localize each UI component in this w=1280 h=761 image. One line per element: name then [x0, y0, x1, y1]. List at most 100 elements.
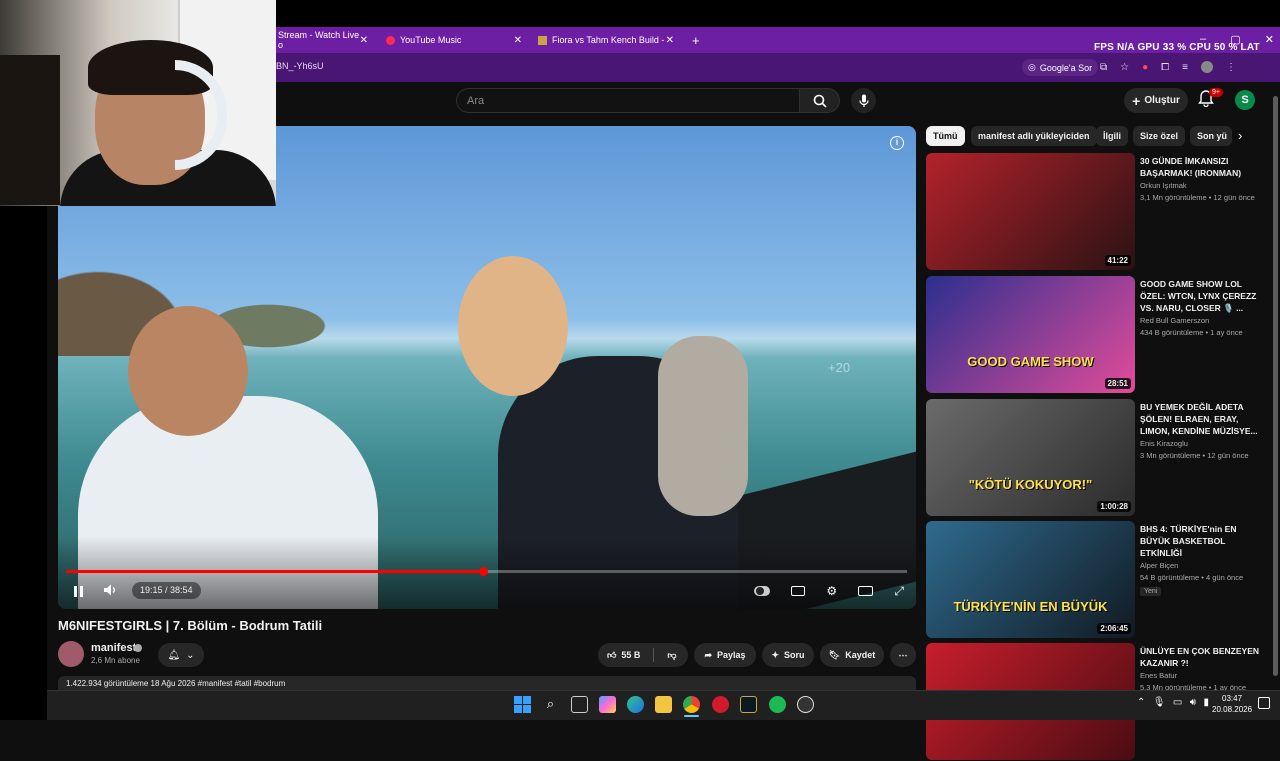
like-button[interactable]: 👍︎ 55 B: [607, 650, 640, 661]
close-icon[interactable]: ✕: [666, 35, 674, 46]
bookmark-star-icon[interactable]: ☆: [1120, 62, 1129, 73]
notification-center-icon[interactable]: [1258, 697, 1270, 709]
volume-button[interactable]: [103, 583, 119, 599]
chip-all[interactable]: Tümü: [926, 126, 965, 146]
create-button[interactable]: + Oluştur: [1124, 88, 1188, 113]
video-scene-instructor-head: [128, 306, 248, 436]
related-channel[interactable]: Orkun Işıtmak: [1140, 181, 1187, 190]
related-meta: 434 B görüntüleme • 1 ay önce: [1140, 328, 1243, 337]
info-icon[interactable]: i: [890, 136, 904, 150]
search-button[interactable]: [799, 88, 840, 113]
search-input[interactable]: Ara: [456, 88, 800, 113]
related-channel[interactable]: Enes Batur: [1140, 671, 1177, 680]
related-thumbnail[interactable]: 41:22: [926, 153, 1135, 270]
youtube-music-icon: [386, 35, 395, 45]
related-thumbnail[interactable]: "KÖTÜ KOKUYOR!" 1:00:28: [926, 399, 1135, 516]
save-button[interactable]: 🔖︎ Kaydet: [820, 643, 884, 667]
subscription-notify-button[interactable]: 🔔︎ ⌄: [158, 643, 204, 667]
file-explorer-icon[interactable]: [655, 696, 672, 713]
browser-tab[interactable]: Stream - Watch Live o ✕: [270, 27, 374, 53]
browser-tab[interactable]: YouTube Music ✕: [378, 27, 528, 53]
description-box[interactable]: 1.422.934 görüntüleme 18 Ağu 2026 #manif…: [58, 676, 916, 690]
tray-chevron-up-icon[interactable]: ⌃: [1137, 697, 1145, 711]
red-app-icon[interactable]: [712, 696, 729, 713]
tray-microphone-icon[interactable]: 🎙︎: [1153, 697, 1166, 711]
chip-recent[interactable]: Son yü: [1190, 126, 1232, 146]
more-actions-button[interactable]: ⋯: [890, 643, 916, 667]
related-video-item[interactable]: GOOD GAME SHOW 28:51 GOOD GAME SHOW LOL ÖZ…: [926, 276, 1266, 394]
related-video-item[interactable]: "KÖTÜ KOKUYOR!" 1:00:28 BU YEMEK DEĞİL ADE…: [926, 399, 1266, 517]
description-text: 1.422.934 görüntüleme 18 Ağu 2026 #manif…: [66, 679, 286, 688]
close-icon[interactable]: ✕: [360, 35, 368, 46]
scrollbar-thumb[interactable]: [1273, 96, 1278, 676]
thumbs-down-icon[interactable]: 👎︎: [667, 650, 676, 661]
channel-name[interactable]: manifest: [91, 642, 136, 654]
related-video-item[interactable]: 41:22 30 GÜNDE İMKANSIZI BAŞARMAK! (IRONM…: [926, 153, 1266, 271]
related-title[interactable]: 30 GÜNDE İMKANSIZI BAŞARMAK! (IRONMAN): [1140, 155, 1260, 179]
video-scene-tank: [658, 336, 748, 516]
google-ask-label: Google'a Sor: [1039, 62, 1093, 73]
menu-kebab-icon[interactable]: ⋮: [1226, 62, 1236, 73]
tab-label: YouTube Music: [400, 35, 462, 45]
spotify-icon[interactable]: [769, 696, 786, 713]
progress-scrubber[interactable]: [479, 567, 488, 576]
related-channel[interactable]: Red Bull Gamerszon: [1140, 316, 1209, 325]
related-title[interactable]: BHS 4: TÜRKİYE'nin EN BÜYÜK BASKETBOL ET…: [1140, 523, 1260, 559]
profile-icon[interactable]: [1201, 61, 1213, 73]
related-title[interactable]: BU YEMEK DEĞİL ADETA ŞÖLEN! ELRAEN, ERAY…: [1140, 401, 1260, 437]
channel-avatar[interactable]: [58, 641, 84, 667]
pause-button[interactable]: [70, 583, 86, 599]
copilot-icon[interactable]: [599, 696, 616, 713]
plus-icon: +: [1132, 92, 1141, 109]
fullscreen-icon[interactable]: ⤢: [894, 584, 904, 599]
new-tab-button[interactable]: +: [684, 27, 708, 53]
chip-from-uploader[interactable]: manifest adlı yükleyiciden: [971, 126, 1097, 146]
tray-battery-icon[interactable]: ▮: [1203, 697, 1209, 711]
theater-mode-icon[interactable]: [858, 586, 874, 596]
related-title[interactable]: GOOD GAME SHOW LOL ÖZEL: WTCN, LYNX ÇERE…: [1140, 278, 1260, 314]
install-app-icon[interactable]: ⧉: [1100, 62, 1107, 73]
related-thumbnail[interactable]: TÜRKİYE'NİN EN BÜYÜK 2:06:45: [926, 521, 1135, 638]
browser-tab[interactable]: Fiora vs Tahm Kench Build - Lo ✕: [530, 27, 680, 53]
media-list-icon[interactable]: ≡: [1182, 62, 1188, 73]
related-channel[interactable]: Alper Biçen: [1140, 561, 1178, 570]
google-ask-button[interactable]: ◎ Google'a Sor: [1022, 59, 1099, 76]
edge-icon[interactable]: [627, 696, 644, 713]
task-view-icon[interactable]: [571, 696, 588, 713]
duration-badge: 41:22: [1104, 255, 1131, 266]
taskbar-clock[interactable]: 03:47 20.08.2026: [1212, 693, 1252, 715]
subtitles-icon[interactable]: [791, 586, 806, 596]
chip-related[interactable]: İlgili: [1096, 126, 1128, 146]
like-count: 55 B: [621, 650, 641, 660]
bookmark-icon: 🔖︎: [828, 649, 841, 660]
account-avatar[interactable]: S: [1235, 90, 1255, 110]
tray-network-icon[interactable]: ▭: [1173, 697, 1182, 711]
related-title[interactable]: ÜNLÜYE EN ÇOK BENZEYEN KAZANIR ?!: [1140, 645, 1260, 669]
create-label: Oluştur: [1144, 95, 1180, 106]
obs-icon[interactable]: [797, 696, 814, 713]
chips-next-chevron-icon[interactable]: ›: [1238, 128, 1242, 143]
voice-search-button[interactable]: [851, 88, 876, 113]
more-horizontal-icon: ⋯: [898, 649, 908, 660]
close-icon[interactable]: ✕: [514, 35, 522, 46]
search-icon: [813, 94, 827, 108]
site-favicon-icon: [538, 35, 547, 45]
windows-start-icon[interactable]: [514, 696, 531, 713]
chrome-icon[interactable]: [683, 696, 700, 713]
taskbar-search-icon[interactable]: ⌕: [542, 696, 559, 713]
chip-for-you[interactable]: Size özel: [1133, 126, 1186, 146]
autoplay-toggle-icon[interactable]: [754, 586, 770, 596]
extension-red-icon[interactable]: ●: [1142, 62, 1148, 73]
related-channel[interactable]: Enis Kirazoglu: [1140, 439, 1188, 448]
ask-button[interactable]: ✦ Soru: [762, 643, 814, 667]
url-text[interactable]: BN_-Yh6sU: [276, 61, 324, 71]
league-client-icon[interactable]: [740, 696, 757, 713]
notification-count-badge: 9+: [1209, 88, 1223, 97]
related-video-item[interactable]: TÜRKİYE'NİN EN BÜYÜK 2:06:45 BHS 4: TÜRKİY…: [926, 521, 1266, 639]
share-button[interactable]: ➦ Paylaş: [694, 643, 756, 667]
related-meta: 3,1 Mn görüntüleme • 12 gün önce: [1140, 193, 1255, 202]
related-thumbnail[interactable]: GOOD GAME SHOW 28:51: [926, 276, 1135, 393]
puzzle-icon[interactable]: ⧠: [1161, 62, 1169, 73]
tray-volume-icon[interactable]: 🔊︎: [1190, 697, 1196, 711]
settings-gear-icon[interactable]: ⚙: [826, 584, 837, 598]
